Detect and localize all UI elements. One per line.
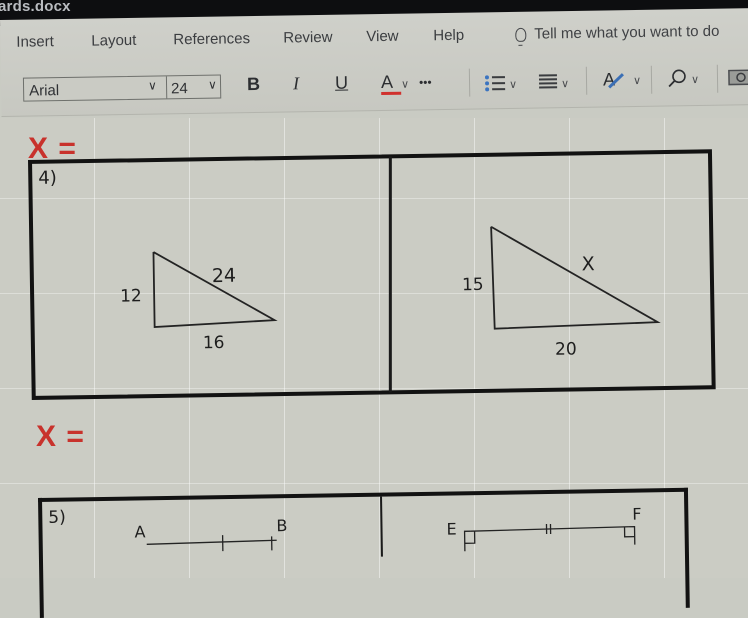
bulb-icon (515, 27, 526, 41)
ribbon-tabs: Insert Layout References Review View Hel… (0, 22, 748, 58)
triangle-right-outline (491, 224, 658, 329)
triangle-right-vertical-label: 15 (462, 275, 484, 295)
chevron-down-icon[interactable]: ∨ (208, 78, 217, 92)
column-divider (389, 156, 392, 392)
problem-5-box: 5) A B E F (38, 488, 690, 618)
font-color-label: A (381, 72, 392, 92)
font-size-dropdown[interactable]: 24 (171, 80, 188, 97)
more-options-button[interactable]: ••• (419, 75, 432, 89)
font-color-swatch (381, 92, 401, 95)
find-button[interactable]: ∨ (667, 67, 699, 89)
font-selector-group: Arial ∨ 24 ∨ (23, 75, 221, 102)
segment-ab (147, 534, 287, 566)
font-name-dropdown[interactable]: Arial (29, 82, 59, 99)
tab-insert[interactable]: Insert (16, 33, 54, 51)
bullets-button[interactable]: ∨ (485, 72, 517, 94)
problem-number: 5) (48, 508, 66, 528)
picture-button[interactable] (728, 66, 748, 87)
tab-help[interactable]: Help (433, 27, 464, 44)
chevron-down-icon[interactable]: ∨ (148, 79, 157, 93)
align-button[interactable]: ∨ (539, 71, 569, 92)
segment-ef (462, 519, 643, 562)
point-a-label: A (134, 522, 145, 541)
tab-review[interactable]: Review (283, 29, 332, 47)
formatting-toolbar: Arial ∨ 24 ∨ B I U A ∨ ••• ∨ ∨ (1, 60, 748, 106)
ribbon: Insert Layout References Review View Hel… (0, 8, 748, 117)
styles-icon: A (603, 68, 629, 90)
chevron-down-icon[interactable]: ∨ (691, 74, 699, 86)
chevron-down-icon[interactable]: ∨ (509, 79, 517, 91)
chevron-down-icon[interactable]: ∨ (633, 75, 641, 87)
chevron-down-icon[interactable]: ∨ (561, 78, 569, 90)
toolbar-separator (651, 66, 652, 94)
problem-number: 4) (38, 168, 57, 189)
triangle-left-hypotenuse-label: 24 (212, 265, 237, 287)
divider (166, 76, 167, 98)
triangle-right-base-label: 20 (555, 339, 577, 359)
toolbar-separator (586, 67, 587, 95)
bold-button[interactable]: B (247, 74, 260, 95)
tab-view[interactable]: View (366, 28, 399, 46)
tab-layout[interactable]: Layout (91, 32, 136, 50)
tell-me-text: Tell me what you want to do (534, 23, 719, 43)
styles-button[interactable]: A ∨ (603, 68, 641, 91)
chevron-down-icon[interactable]: ∨ (401, 79, 409, 91)
triangle-right-hypotenuse-label: X (582, 253, 595, 275)
toolbar-separator (717, 65, 718, 93)
toolbar-separator (469, 69, 470, 97)
triangle-left-vertical-label: 12 (120, 286, 142, 306)
underline-button[interactable]: U (335, 73, 348, 94)
tell-me-search[interactable]: Tell me what you want to do (515, 23, 719, 43)
picture-icon (728, 68, 748, 86)
document-filename: ards.docx (0, 0, 71, 15)
answer-label: X = (36, 420, 85, 454)
point-b-label: B (276, 516, 287, 535)
column-divider (380, 497, 383, 557)
align-icon (539, 75, 557, 91)
tab-references[interactable]: References (173, 30, 250, 48)
triangle-right (491, 224, 673, 337)
triangle-left (153, 250, 294, 342)
italic-button[interactable]: I (293, 73, 299, 94)
find-icon (667, 68, 687, 88)
font-color-button[interactable]: A ∨ (381, 72, 409, 93)
bullets-icon (485, 74, 505, 92)
triangle-left-base-label: 16 (203, 333, 225, 353)
point-e-label: E (446, 519, 456, 538)
problem-4-box: 4) 12 24 16 15 X 20 (28, 149, 716, 400)
document-page[interactable]: X = 4) 12 24 16 15 X 20 X = 5) A B E F (0, 118, 748, 578)
triangle-left-outline (153, 250, 274, 327)
